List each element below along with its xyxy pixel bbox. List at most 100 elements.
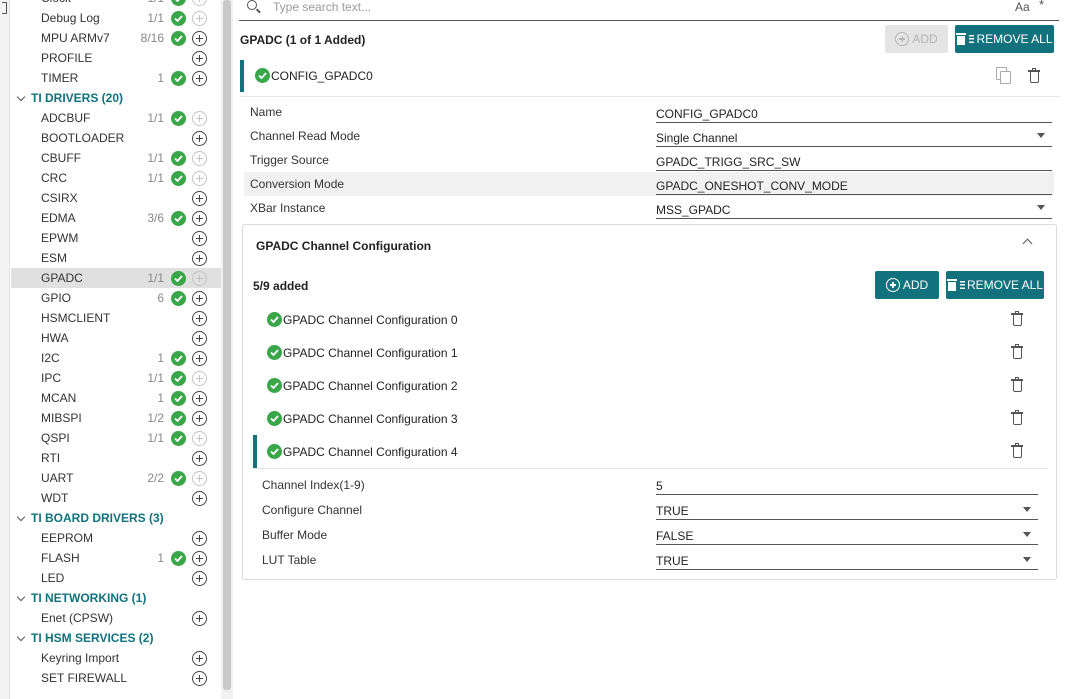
add-circle-icon[interactable] — [192, 311, 207, 326]
sidebar-item-mcan[interactable]: MCAN 1 — [11, 388, 221, 408]
delete-channel-icon[interactable] — [1011, 443, 1023, 458]
category-label: TI HSM SERVICES (2) — [31, 631, 154, 645]
add-circle-icon[interactable] — [192, 451, 207, 466]
add-circle-icon[interactable] — [192, 71, 207, 86]
chevron-up-icon[interactable] — [1022, 238, 1033, 249]
chevron-down-icon[interactable] — [11, 592, 31, 601]
regex-toggle[interactable]: * — [1039, 0, 1044, 12]
channel-row[interactable]: GPADC Channel Configuration 1 — [253, 336, 1048, 369]
delete-channel-icon[interactable] — [1011, 377, 1023, 392]
sidebar-item-label: HSMCLIENT — [41, 311, 111, 325]
match-case-toggle[interactable]: Aa — [1015, 0, 1030, 14]
sidebar-item-qspi[interactable]: QSPI 1/1 — [11, 428, 221, 448]
add-circle-icon[interactable] — [192, 211, 207, 226]
chevron-down-icon[interactable] — [11, 632, 31, 641]
field-select[interactable]: TRUE — [656, 496, 1038, 520]
sidebar-item-csirx[interactable]: CSIRX — [11, 188, 221, 208]
add-circle-icon[interactable] — [192, 231, 207, 246]
sidebar-item-label: FLASH — [41, 551, 80, 565]
sidebar-item-rti[interactable]: RTI — [11, 448, 221, 468]
add-circle-icon[interactable] — [192, 331, 207, 346]
sidebar-item-set-firewall[interactable]: SET FIREWALL — [11, 668, 221, 688]
category-ti-networking-1[interactable]: TI NETWORKING (1) — [11, 588, 221, 608]
sidebar-item-adcbuf[interactable]: ADCBUF 1/1 — [11, 108, 221, 128]
add-circle-icon[interactable] — [192, 611, 207, 626]
field-label: Channel Index(1-9) — [262, 478, 365, 492]
add-circle-icon[interactable] — [192, 671, 207, 686]
instance-row[interactable]: CONFIG_GPADC0 — [240, 60, 1060, 92]
add-circle-icon[interactable] — [192, 411, 207, 426]
copy-icon[interactable] — [996, 67, 1011, 84]
sidebar-item-mpu-armv7[interactable]: MPU ARMv7 8/16 — [11, 28, 221, 48]
sidebar-item-gpadc[interactable]: GPADC 1/1 — [11, 268, 221, 288]
field-input[interactable]: 5 — [656, 471, 1038, 495]
sidebar-item-uart[interactable]: UART 2/2 — [11, 468, 221, 488]
add-circle-icon[interactable] — [192, 291, 207, 306]
category-ti-board-drivers-3[interactable]: TI BOARD DRIVERS (3) — [11, 508, 221, 528]
sidebar-item-crc[interactable]: CRC 1/1 — [11, 168, 221, 188]
sidebar-item-eeprom[interactable]: EEPROM — [11, 528, 221, 548]
remove-all-instances-button[interactable]: REMOVE ALL — [955, 25, 1054, 53]
category-ti-hsm-services-2[interactable]: TI HSM SERVICES (2) — [11, 628, 221, 648]
channel-row[interactable]: GPADC Channel Configuration 0 — [253, 303, 1048, 336]
property-input[interactable]: CONFIG_GPADC0 — [656, 100, 1052, 123]
add-instance-button[interactable]: ADD — [885, 25, 948, 53]
add-circle-icon[interactable] — [192, 191, 207, 206]
add-circle-icon[interactable] — [192, 131, 207, 146]
channel-row[interactable]: GPADC Channel Configuration 4 — [253, 435, 1048, 468]
sidebar-item-edma[interactable]: EDMA 3/6 — [11, 208, 221, 228]
add-channel-button[interactable]: ADD — [875, 271, 939, 299]
search-input[interactable] — [273, 0, 973, 16]
sidebar-item-hsmclient[interactable]: HSMCLIENT — [11, 308, 221, 328]
chevron-down-icon[interactable] — [11, 512, 31, 521]
sidebar-item-wdt[interactable]: WDT — [11, 488, 221, 508]
sidebar-item-profile[interactable]: PROFILE — [11, 48, 221, 68]
add-circle-icon[interactable] — [192, 391, 207, 406]
sidebar-item-i2c[interactable]: I2C 1 — [11, 348, 221, 368]
property-label: Channel Read Mode — [250, 129, 361, 143]
property-select[interactable]: MSS_GPADC — [656, 196, 1052, 219]
add-circle-icon[interactable] — [192, 531, 207, 546]
remove-all-channels-button[interactable]: REMOVE ALL — [946, 271, 1044, 299]
property-select[interactable]: Single Channel — [656, 124, 1052, 147]
channel-row[interactable]: GPADC Channel Configuration 3 — [253, 402, 1048, 435]
sidebar-item-gpio[interactable]: GPIO 6 — [11, 288, 221, 308]
sidebar-item-label: IPC — [41, 371, 62, 385]
category-ti-drivers-20[interactable]: TI DRIVERS (20) — [11, 88, 221, 108]
property-input[interactable]: GPADC_TRIGG_SRC_SW — [656, 148, 1052, 171]
add-circle-icon[interactable] — [192, 51, 207, 66]
sidebar-item-cbuff[interactable]: CBUFF 1/1 — [11, 148, 221, 168]
add-circle-icon[interactable] — [192, 651, 207, 666]
field-select[interactable]: FALSE — [656, 521, 1038, 545]
sidebar-item-ipc[interactable]: IPC 1/1 — [11, 368, 221, 388]
chevron-down-icon[interactable] — [11, 92, 31, 101]
sidebar-item-enet-cpsw[interactable]: Enet (CPSW) — [11, 608, 221, 628]
add-circle-icon[interactable] — [192, 251, 207, 266]
delete-channel-icon[interactable] — [1011, 410, 1023, 425]
sidebar-item-epwm[interactable]: EPWM — [11, 228, 221, 248]
add-circle-icon[interactable] — [192, 551, 207, 566]
delete-channel-icon[interactable] — [1011, 344, 1023, 359]
sidebar-item-keyring-import[interactable]: Keyring Import — [11, 648, 221, 668]
sidebar-item-hwa[interactable]: HWA — [11, 328, 221, 348]
delete-channel-icon[interactable] — [1011, 311, 1023, 326]
add-circle-icon[interactable] — [192, 31, 207, 46]
channel-row[interactable]: GPADC Channel Configuration 2 — [253, 369, 1048, 402]
sidebar-scrollbar[interactable] — [221, 0, 233, 699]
add-circle-icon[interactable] — [192, 491, 207, 506]
sidebar-item-esm[interactable]: ESM — [11, 248, 221, 268]
add-circle-icon[interactable] — [192, 571, 207, 586]
sidebar-item-bootloader[interactable]: BOOTLOADER — [11, 128, 221, 148]
sidebar-scrollbar-thumb[interactable] — [223, 0, 231, 690]
sidebar-item-debug-log[interactable]: Debug Log 1/1 — [11, 8, 221, 28]
delete-instance-icon[interactable] — [1028, 68, 1040, 83]
sidebar-item-timer[interactable]: TIMER 1 — [11, 68, 221, 88]
property-input[interactable]: GPADC_ONESHOT_CONV_MODE — [656, 172, 1052, 195]
sidebar-item-led[interactable]: LED — [11, 568, 221, 588]
add-circle-icon — [192, 471, 207, 486]
field-select[interactable]: TRUE — [656, 546, 1038, 570]
sidebar-item-clock[interactable]: Clock 1/1 — [11, 0, 221, 8]
sidebar-item-mibspi[interactable]: MIBSPI 1/2 — [11, 408, 221, 428]
add-circle-icon[interactable] — [192, 351, 207, 366]
sidebar-item-flash[interactable]: FLASH 1 — [11, 548, 221, 568]
